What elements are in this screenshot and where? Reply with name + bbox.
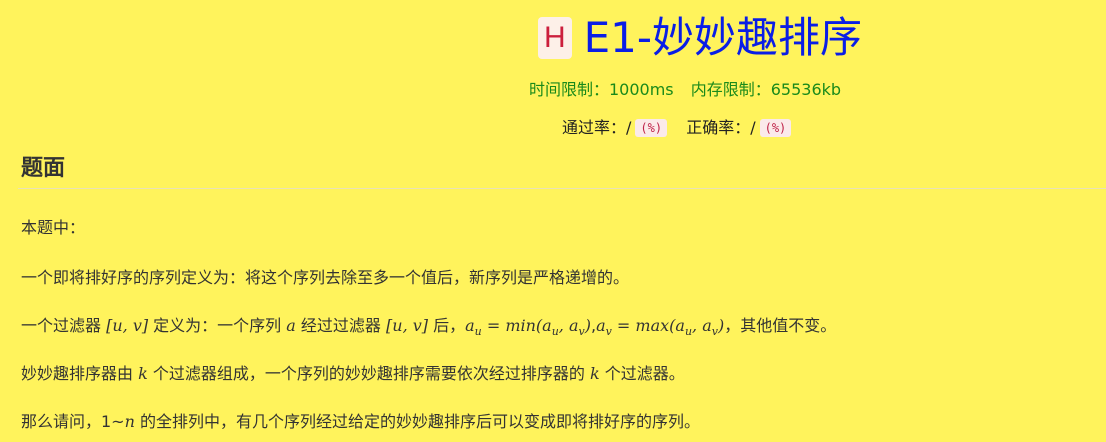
memory-limit: 内存限制：65536kb [690, 80, 842, 99]
accuracy-rate: 正确率：/(%) [686, 114, 792, 138]
pass-rate-percent: (%) [635, 119, 668, 137]
text-fragment: 妙妙趣排序器由 [21, 364, 139, 383]
problem-header: H E1-妙妙趣排序 [520, 12, 880, 64]
statement-paragraph-4: 妙妙趣排序器由 k 个过滤器组成，一个序列的妙妙趣排序需要依次经过排序器的 k … [21, 360, 685, 384]
math-filter: [u, v] [386, 316, 429, 335]
section-divider [18, 188, 1106, 189]
statement-paragraph-5: 那么请问，1~n 的全排列中，有几个序列经过给定的妙妙趣排序后可以变成即将排好序… [21, 408, 700, 432]
statement-paragraph-3: 一个过滤器 [u, v] 定义为：一个序列 a 经过过滤器 [u, v] 后，a… [21, 316, 837, 339]
text-fragment: 一个过滤器 [21, 316, 107, 335]
math-n: n [124, 412, 135, 431]
rates-row: 通过率：/(%) 正确率：/(%) [562, 114, 805, 138]
pass-rate: 通过率：/(%) [562, 114, 668, 138]
text-fragment: 个过滤器。 [599, 364, 685, 383]
limits-row: 时间限制：1000ms 内存限制：65536kb [529, 76, 853, 100]
pass-rate-label: 通过率：/ [562, 118, 632, 137]
problem-title: E1-妙妙趣排序 [583, 13, 863, 62]
math-max-expr: av = max(au, av) [596, 316, 725, 339]
problem-page: H E1-妙妙趣排序 时间限制：1000ms 内存限制：65536kb 通过率：… [0, 0, 1106, 442]
math-k: k [138, 364, 148, 383]
text-fragment: 那么请问，1~ [21, 412, 125, 431]
text-fragment: 后， [428, 316, 466, 335]
math-k: k [589, 364, 600, 383]
statement-paragraph-1: 本题中： [21, 218, 86, 237]
difficulty-badge: H [537, 17, 572, 59]
section-title: 题面 [21, 156, 66, 181]
text-fragment: 经过过滤器 [295, 316, 387, 335]
text-fragment: 定义为：一个序列 [148, 316, 287, 335]
time-limit: 时间限制：1000ms [529, 80, 674, 99]
math-seq: a [286, 316, 296, 335]
text-fragment: 个过滤器组成，一个序列的妙妙趣排序需要依次经过排序器的 [147, 364, 590, 383]
text-fragment: ，其他值不变。 [724, 316, 837, 335]
text-fragment: 的全排列中，有几个序列经过给定的妙妙趣排序后可以变成即将排好序的序列。 [134, 412, 700, 431]
statement-paragraph-2: 一个即将排好序的序列定义为：将这个序列去除至多一个值后，新序列是严格递增的。 [21, 268, 630, 287]
math-filter: [u, v] [106, 316, 149, 335]
math-min-expr: au = min(au, av) [465, 316, 591, 339]
accuracy-percent: (%) [759, 119, 792, 137]
accuracy-label: 正确率：/ [686, 118, 756, 137]
title-row: H E1-妙妙趣排序 [520, 12, 880, 64]
